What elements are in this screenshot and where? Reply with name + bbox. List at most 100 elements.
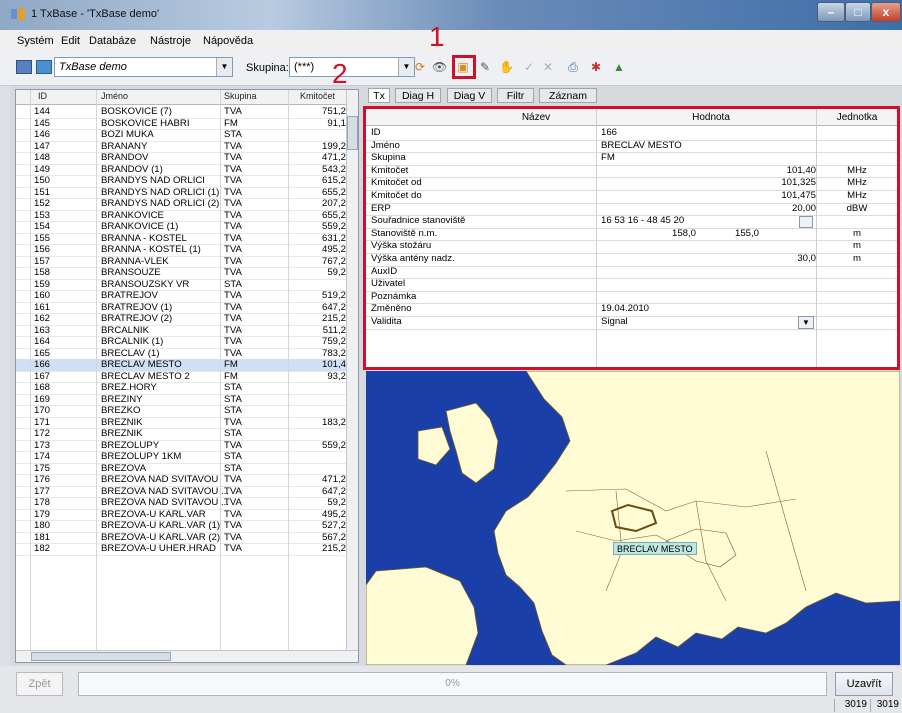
minimize-button[interactable]: – — [817, 2, 845, 22]
property-value-2[interactable]: 155,0 — [704, 228, 759, 240]
property-value[interactable]: BRECLAV MESTO — [601, 140, 682, 152]
maximize-button[interactable]: □ — [845, 2, 871, 22]
cell-frequency: 207,2 — [321, 198, 346, 209]
eye-icon[interactable]: 👁 — [432, 60, 447, 74]
cell-id: 170 — [34, 405, 51, 416]
property-value[interactable]: FM — [601, 152, 615, 164]
cell-group: TVA — [224, 347, 242, 359]
tower-icon[interactable]: ▲ — [612, 60, 626, 74]
coordinates-picker-button[interactable] — [799, 216, 813, 229]
chevron-down-icon[interactable]: ▼ — [216, 58, 232, 76]
record-count: 3019 — [834, 699, 870, 712]
property-row[interactable]: Jméno BRECLAV MESTO — [366, 140, 897, 154]
menu-help[interactable]: Nápověda — [203, 35, 253, 47]
menu-database[interactable]: Databáze — [89, 35, 136, 47]
property-row[interactable]: Změněno 19.04.2010 — [366, 303, 897, 317]
cell-id: 171 — [34, 416, 51, 428]
cell-frequency: 183,2 — [321, 416, 346, 428]
property-row[interactable]: Kmitočet od 101,325 MHz — [366, 177, 897, 191]
cell-name: BRANDYS NAD ORLICI (1) — [101, 186, 220, 198]
property-row[interactable]: Stanoviště n.m. 158,0 155,0 m — [366, 228, 897, 242]
cell-group: TVA — [224, 255, 242, 267]
tab-tx[interactable]: Tx — [368, 88, 390, 103]
tab-diag-h[interactable]: Diag H — [395, 88, 441, 103]
close-window-button[interactable]: x — [871, 2, 901, 22]
edit-icon[interactable]: ✎ — [478, 60, 492, 74]
property-value[interactable]: 101,475 — [598, 190, 816, 202]
menu-system[interactable]: Systém — [17, 35, 54, 47]
column-header-frequency[interactable]: Kmitočet — [300, 91, 335, 101]
property-row[interactable]: Skupina FM — [366, 152, 897, 166]
cell-id: 165 — [34, 347, 51, 359]
cell-name: BREZNIK — [101, 416, 143, 428]
property-row[interactable]: ID 166 — [366, 127, 897, 141]
column-header-name[interactable]: Jméno — [101, 91, 128, 101]
scrollbar-thumb[interactable] — [347, 116, 358, 150]
print-icon[interactable]: ⎙ — [566, 60, 580, 74]
property-row[interactable]: Poznámka — [366, 291, 897, 305]
property-row[interactable]: AuxID — [366, 266, 897, 280]
property-name: ID — [371, 127, 381, 138]
database-select[interactable]: TxBase demo — [54, 57, 233, 77]
cell-group: STA — [224, 451, 242, 462]
vertical-scrollbar[interactable] — [346, 90, 358, 650]
property-value[interactable]: Signal — [601, 316, 628, 328]
property-row[interactable]: Kmitočet do 101,475 MHz — [366, 190, 897, 204]
cell-frequency: 543,2 — [321, 163, 346, 175]
chevron-down-icon[interactable]: ▼ — [398, 58, 414, 76]
menu-tools[interactable]: Nástroje — [150, 35, 191, 47]
cell-frequency: 655,2 — [321, 209, 346, 221]
database-open-icon[interactable] — [36, 60, 52, 74]
property-value[interactable]: 19.04.2010 — [601, 303, 649, 315]
database-icon[interactable] — [16, 60, 32, 74]
property-value[interactable]: 20,00 — [598, 203, 816, 215]
cell-id: 156 — [34, 244, 51, 255]
skupina-select[interactable]: (***) — [289, 57, 415, 77]
property-name: AuxID — [371, 265, 398, 277]
property-unit: m — [853, 253, 861, 264]
property-row[interactable]: Výška stožáru m — [366, 240, 897, 254]
cell-group: FM — [224, 359, 238, 370]
property-row[interactable]: Uživatel — [366, 278, 897, 292]
cell-name: BRECLAV MESTO — [101, 359, 182, 370]
cell-id: 157 — [34, 255, 51, 267]
antenna-icon[interactable]: ✱ — [589, 60, 603, 74]
cross-icon[interactable]: ✕ — [541, 60, 555, 74]
tab-filter[interactable]: Filtr — [497, 88, 534, 103]
property-value[interactable]: 30,0 — [598, 253, 816, 265]
back-button[interactable]: Zpět — [16, 672, 63, 696]
map-view[interactable] — [366, 371, 900, 665]
transmitter-grid[interactable]: ID Jméno Skupina Kmitočet 144 BOSKOVICE (… — [15, 89, 359, 663]
cell-name: BRANDOV — [101, 152, 149, 163]
cell-frequency: 647,2 — [321, 485, 346, 497]
cell-group: FM — [224, 117, 238, 129]
tab-record[interactable]: Záznam — [539, 88, 597, 103]
scrollbar-thumb[interactable] — [31, 652, 171, 661]
cell-name: BRANSOUZSKY VR — [101, 278, 190, 290]
cell-group: STA — [224, 129, 242, 140]
property-value[interactable]: 101,325 — [598, 177, 816, 189]
column-header-group[interactable]: Skupina — [224, 91, 257, 101]
property-row[interactable]: Souřadnice stanoviště 16 53 16 - 48 45 20 — [366, 215, 897, 229]
hand-icon[interactable]: ✋ — [499, 60, 514, 74]
property-row[interactable]: ERP 20,00 dBW — [366, 203, 897, 217]
menu-edit[interactable]: Edit — [61, 35, 80, 47]
property-row[interactable]: Výška antény nadz. 30,0 m — [366, 253, 897, 267]
column-header-id[interactable]: ID — [38, 91, 47, 101]
property-row[interactable]: Kmitočet 101,40 MHz — [366, 165, 897, 179]
cell-group: TVA — [224, 267, 242, 278]
cell-name: BREZOVA NAD SVITAVOU ... — [101, 485, 229, 497]
tab-diag-v[interactable]: Diag V — [447, 88, 492, 103]
property-row[interactable]: Validita Signal ▼ — [366, 316, 897, 330]
property-value[interactable]: 158,0 — [601, 228, 696, 240]
table-row[interactable]: 182 BREZOVA-U UHER.HRAD TVA 215,2 — [16, 543, 346, 556]
check-icon[interactable]: ✓ — [522, 60, 536, 74]
chevron-down-icon[interactable]: ▼ — [798, 316, 814, 329]
close-button[interactable]: Uzavřít — [835, 672, 893, 696]
refresh-icon[interactable]: ⟳ — [413, 60, 427, 74]
property-value[interactable]: 166 — [601, 127, 617, 139]
property-value[interactable]: 101,40 — [598, 165, 816, 177]
cell-group: STA — [224, 405, 242, 416]
property-value[interactable]: 16 53 16 - 48 45 20 — [601, 215, 684, 227]
map-station-label: BRECLAV MESTO — [613, 542, 697, 555]
